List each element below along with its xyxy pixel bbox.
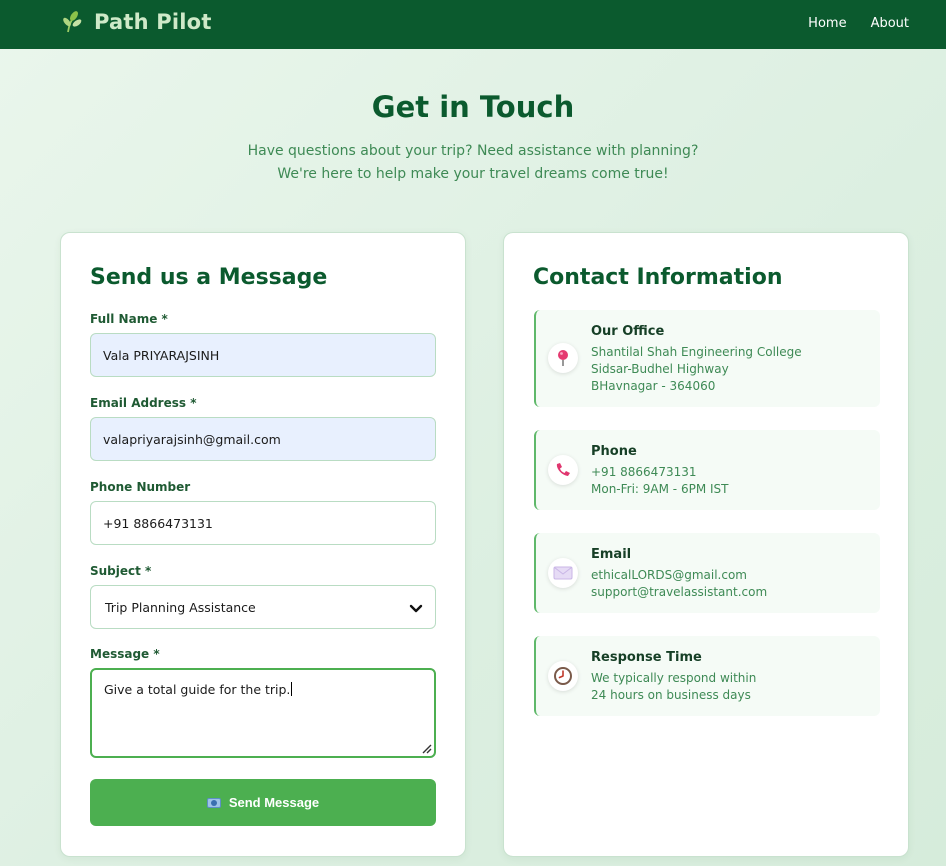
office-line-1: Shantilal Shah Engineering College [591, 345, 802, 359]
full-name-label: Full Name * [90, 312, 168, 326]
contact-item-response-time: Response Time We typically respond withi… [534, 636, 880, 716]
subtitle-line-2: We're here to help make your travel drea… [277, 166, 669, 182]
clock-icon [548, 661, 578, 691]
contact-item-email: Email ethicalLORDS@gmail.com support@tra… [534, 533, 880, 613]
resize-handle-icon[interactable] [420, 742, 432, 754]
full-name-value: Vala PRIYARAJSINH [103, 347, 220, 363]
navbar: Path Pilot Home About [0, 0, 946, 49]
email-input[interactable]: valapriyarajsinh@gmail.com [90, 417, 436, 461]
message-label: Message * [90, 647, 160, 661]
phone-icon [548, 455, 578, 485]
page-title: Get in Touch [371, 90, 575, 124]
leaf-icon [62, 10, 84, 34]
form-title: Send us a Message [90, 265, 328, 290]
office-title: Our Office [591, 324, 665, 339]
office-line-2: Sidsar-Budhel Highway [591, 362, 729, 376]
subject-label: Subject * [90, 564, 152, 578]
message-form-card: Send us a Message Full Name * Vala PRIYA… [60, 232, 466, 857]
text-caret [291, 682, 293, 696]
email-title: Email [591, 547, 632, 562]
page-subtitle: Have questions about your trip? Need ass… [0, 140, 946, 186]
send-icon [206, 797, 221, 808]
email-label: Email Address * [90, 396, 197, 410]
message-textarea[interactable]: Give a total guide for the trip. [90, 668, 436, 758]
pin-icon [548, 343, 578, 373]
nav-home-link[interactable]: Home [808, 16, 846, 31]
send-message-label: Send Message [228, 795, 320, 810]
subject-value: Trip Planning Assistance [105, 599, 256, 615]
phone-line-1: +91 8866473131 [591, 465, 697, 479]
office-line-3: BHavnagar - 364060 [591, 379, 716, 393]
contact-title: Contact Information [533, 265, 783, 290]
contact-info-card: Contact Information Our Office Shantilal… [503, 232, 909, 857]
phone-label: Phone Number [90, 480, 191, 494]
email-value: valapriyarajsinh@gmail.com [103, 431, 281, 447]
response-time-line-2: 24 hours on business days [591, 688, 751, 702]
response-time-title: Response Time [591, 650, 702, 665]
brand[interactable]: Path Pilot [62, 10, 212, 34]
subject-select[interactable]: Trip Planning Assistance [90, 585, 436, 629]
envelope-icon [548, 558, 578, 588]
phone-value: +91 8866473131 [103, 515, 213, 531]
email-line-1: ethicalLORDS@gmail.com [591, 568, 747, 582]
full-name-input[interactable]: Vala PRIYARAJSINH [90, 333, 436, 377]
chevron-down-icon [409, 602, 423, 613]
message-value: Give a total guide for the trip. [104, 682, 291, 697]
response-time-line-1: We typically respond within [591, 671, 757, 685]
send-message-button[interactable]: Send Message [90, 779, 436, 826]
email-line-2: support@travelassistant.com [591, 585, 768, 599]
phone-line-2: Mon-Fri: 9AM - 6PM IST [591, 482, 729, 496]
nav-about-link[interactable]: About [871, 16, 909, 31]
phone-input[interactable]: +91 8866473131 [90, 501, 436, 545]
contact-item-phone: Phone +91 8866473131 Mon-Fri: 9AM - 6PM … [534, 430, 880, 510]
contact-item-office: Our Office Shantilal Shah Engineering Co… [534, 310, 880, 407]
nav-links: Home About [784, 16, 909, 31]
phone-title: Phone [591, 444, 637, 459]
brand-name: Path Pilot [94, 10, 212, 34]
subtitle-line-1: Have questions about your trip? Need ass… [247, 143, 699, 159]
